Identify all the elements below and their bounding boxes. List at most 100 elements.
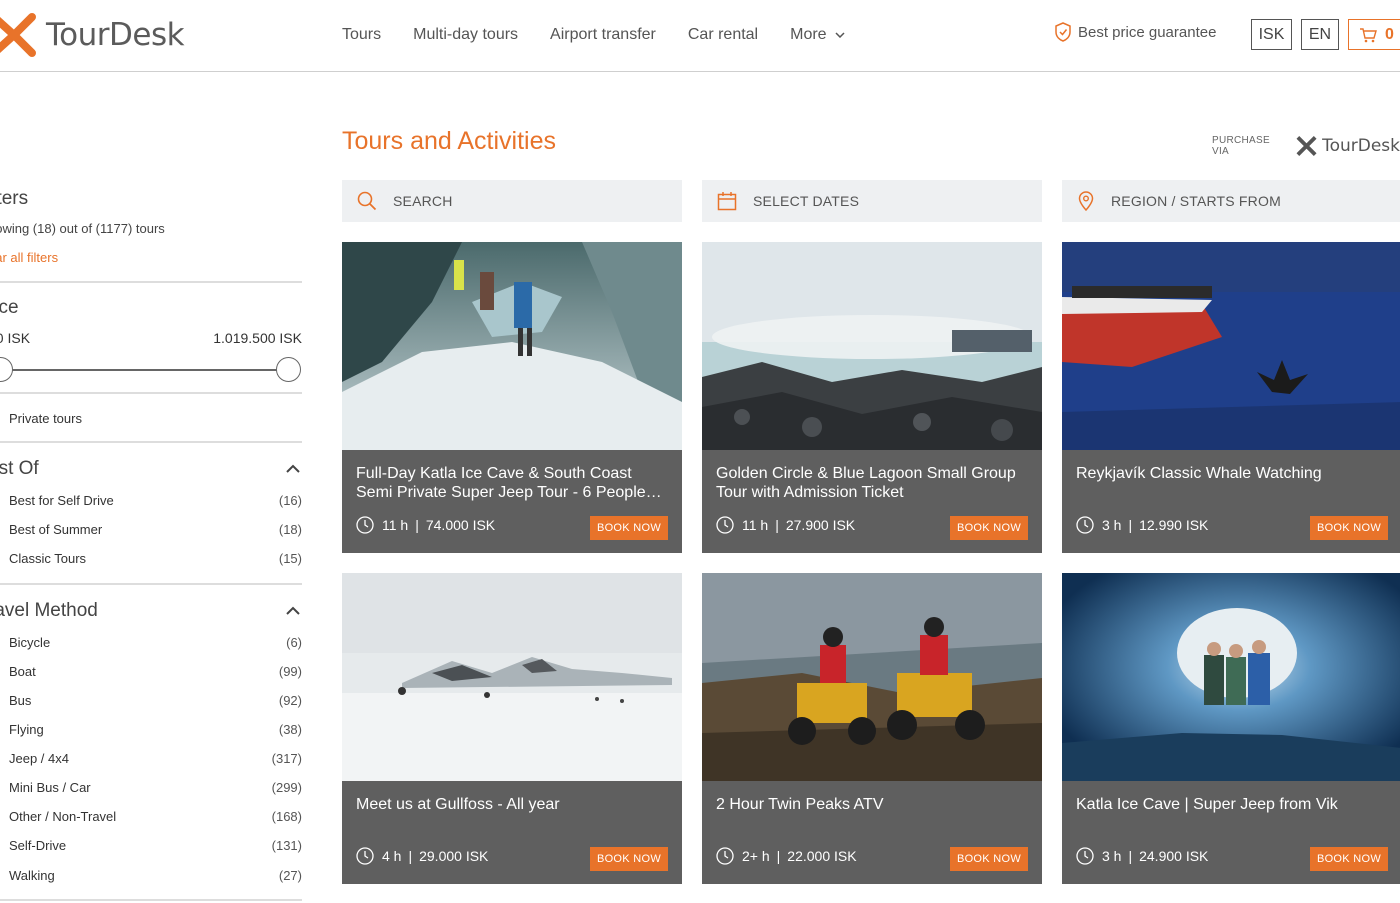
separator: | bbox=[408, 848, 413, 864]
travel-item[interactable]: Bicycle (6) bbox=[0, 632, 302, 652]
filter-label: Best for Self Drive bbox=[9, 492, 114, 508]
tour-card[interactable]: Reykjavík Classic Whale Watching 3 h | 1… bbox=[1062, 242, 1400, 553]
filter-label: Bicycle bbox=[9, 634, 51, 650]
best-of-item[interactable]: Best for Self Drive (16) bbox=[0, 490, 302, 510]
filter-label: Jeep / 4x4 bbox=[9, 750, 69, 766]
shield-icon bbox=[1055, 22, 1071, 42]
tour-title: Golden Circle & Blue Lagoon Small Group … bbox=[716, 465, 1016, 501]
filter-label: Boat bbox=[9, 663, 36, 679]
travel-item[interactable]: Bus (92) bbox=[0, 690, 302, 710]
best-price-label: Best price guarantee bbox=[1078, 23, 1217, 41]
tour-meta: 2+ h | 22.000 ISK bbox=[716, 847, 857, 865]
clock-icon bbox=[1076, 516, 1094, 534]
price-slider-max-handle[interactable] bbox=[276, 357, 301, 382]
purchase-via[interactable]: PURCHASE VIA TourDesk bbox=[1212, 134, 1400, 158]
divider bbox=[0, 441, 302, 443]
tour-duration: 11 h bbox=[382, 517, 409, 533]
best-of-item[interactable]: Classic Tours (15) bbox=[0, 548, 302, 568]
filter-count: (131) bbox=[271, 837, 302, 853]
brand-logo[interactable]: TourDesk bbox=[0, 10, 185, 60]
travel-item[interactable]: Flying (38) bbox=[0, 719, 302, 739]
tour-meta: 11 h | 74.000 ISK bbox=[356, 516, 495, 534]
tourdesk-mark-icon bbox=[1296, 135, 1317, 157]
filter-label: Bus bbox=[9, 692, 32, 708]
tour-title: Katla Ice Cave | Super Jeep from Vik bbox=[1076, 796, 1338, 813]
tour-image-atv bbox=[702, 573, 1042, 781]
cart-count: 0 bbox=[1385, 25, 1394, 43]
nav-multi-day-tours[interactable]: Multi-day tours bbox=[413, 26, 518, 44]
nav-more-label: More bbox=[790, 26, 827, 43]
tour-card[interactable]: 2 Hour Twin Peaks ATV 2+ h | 22.000 ISK … bbox=[702, 573, 1042, 884]
tour-title: Full-Day Katla Ice Cave & South Coast Se… bbox=[356, 465, 662, 501]
date-picker[interactable]: SELECT DATES bbox=[702, 180, 1042, 222]
nav-more[interactable]: More bbox=[790, 26, 845, 44]
filter-label: Other / Non-Travel bbox=[9, 808, 117, 824]
currency-button[interactable]: ISK bbox=[1251, 19, 1292, 50]
tour-price: 12.990 ISK bbox=[1139, 517, 1209, 533]
tour-title: Reykjavík Classic Whale Watching bbox=[1076, 465, 1322, 482]
divider bbox=[0, 281, 302, 283]
divider bbox=[0, 583, 302, 585]
travel-item[interactable]: Other / Non-Travel (168) bbox=[0, 806, 302, 826]
region-select[interactable]: REGION / STARTS FROM bbox=[1062, 180, 1400, 222]
filter-count: (18) bbox=[278, 521, 302, 537]
chevron-down-icon bbox=[835, 32, 845, 38]
tour-card[interactable]: Katla Ice Cave | Super Jeep from Vik 3 h… bbox=[1062, 573, 1400, 884]
divider bbox=[0, 899, 302, 901]
tour-duration: 11 h bbox=[742, 517, 769, 533]
travel-item[interactable]: Jeep / 4x4 (317) bbox=[0, 748, 302, 768]
book-now-button[interactable]: BOOK NOW bbox=[950, 516, 1028, 540]
tour-title: Meet us at Gullfoss - All year bbox=[356, 796, 560, 813]
nav-airport-transfer[interactable]: Airport transfer bbox=[550, 26, 656, 44]
best-of-title: est Of bbox=[0, 458, 39, 479]
nav-car-rental[interactable]: Car rental bbox=[688, 26, 758, 44]
separator: | bbox=[1128, 517, 1133, 533]
travel-item[interactable]: Boat (99) bbox=[0, 661, 302, 681]
chevron-up-icon[interactable] bbox=[286, 606, 300, 615]
search-box[interactable]: SEARCH bbox=[342, 180, 682, 222]
tour-price: 27.900 ISK bbox=[785, 517, 856, 533]
tour-image-ice-cave bbox=[342, 242, 682, 450]
book-now-button[interactable]: BOOK NOW bbox=[590, 516, 668, 540]
page-title: Tours and Activities bbox=[342, 127, 556, 155]
cart-button[interactable]: 0 bbox=[1348, 19, 1400, 50]
private-tours-checkbox[interactable]: Private tours bbox=[0, 408, 302, 428]
chevron-up-icon[interactable] bbox=[286, 464, 300, 473]
travel-item[interactable]: Mini Bus / Car (299) bbox=[0, 777, 302, 797]
separator: | bbox=[415, 517, 419, 533]
book-now-button[interactable]: BOOK NOW bbox=[950, 847, 1028, 871]
book-now-button[interactable]: BOOK NOW bbox=[590, 847, 668, 871]
filter-count: (15) bbox=[278, 550, 302, 566]
book-now-button[interactable]: BOOK NOW bbox=[1310, 516, 1388, 540]
language-button[interactable]: EN bbox=[1301, 19, 1339, 50]
best-of-item[interactable]: Best of Summer (18) bbox=[0, 519, 302, 539]
tour-meta: 11 h | 27.900 ISK bbox=[716, 516, 855, 534]
tour-card[interactable]: Meet us at Gullfoss - All year 4 h | 29.… bbox=[342, 573, 682, 884]
filter-count: (317) bbox=[271, 750, 302, 766]
travel-item[interactable]: Self-Drive (131) bbox=[0, 835, 302, 855]
filters-title: ilters bbox=[0, 188, 29, 209]
tour-card[interactable]: Golden Circle & Blue Lagoon Small Group … bbox=[702, 242, 1042, 553]
price-title: rice bbox=[0, 297, 19, 318]
brand-name: TourDesk bbox=[46, 17, 185, 53]
clock-icon bbox=[1076, 847, 1094, 865]
best-price-guarantee[interactable]: Best price guarantee bbox=[1054, 22, 1216, 42]
filter-label: Classic Tours bbox=[9, 550, 87, 566]
clear-filters-link[interactable]: ear all filters bbox=[0, 250, 58, 265]
book-now-button[interactable]: BOOK NOW bbox=[1310, 847, 1388, 871]
price-slider-min-handle[interactable] bbox=[0, 357, 13, 382]
travel-item[interactable]: Walking (27) bbox=[0, 865, 302, 885]
tour-duration: 2+ h bbox=[742, 848, 770, 864]
price-min: 90 ISK bbox=[0, 330, 31, 346]
tour-card[interactable]: Full-Day Katla Ice Cave & South Coast Se… bbox=[342, 242, 682, 553]
tour-title: 2 Hour Twin Peaks ATV bbox=[716, 796, 884, 813]
region-label: REGION / STARTS FROM bbox=[1111, 193, 1281, 209]
nav-tours[interactable]: Tours bbox=[342, 26, 381, 44]
filter-label: Self-Drive bbox=[9, 837, 67, 853]
filter-label: Flying bbox=[9, 721, 44, 737]
logo-icon bbox=[0, 13, 36, 57]
tour-duration: 3 h bbox=[1102, 517, 1122, 533]
tour-price: 24.900 ISK bbox=[1139, 848, 1209, 864]
calendar-icon bbox=[717, 191, 737, 211]
clock-icon bbox=[356, 847, 374, 865]
